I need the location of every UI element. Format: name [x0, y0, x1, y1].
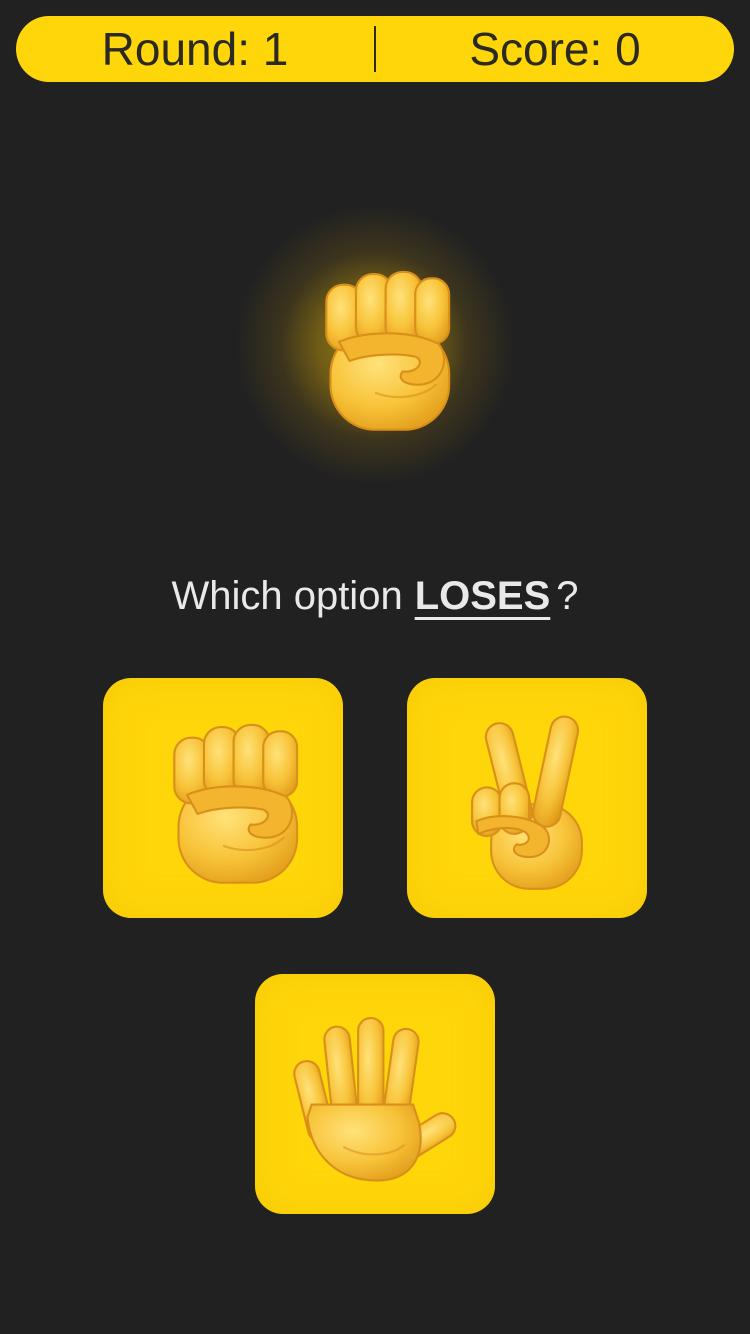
round-value: 1 [262, 23, 289, 75]
victory-hand-icon [471, 715, 583, 890]
status-bar: Round: 1 Score: 0 [16, 16, 734, 82]
game-screen: Round: 1 Score: 0 Which option LOSES? [0, 0, 750, 1334]
raised-fist-icon [173, 723, 299, 884]
prompt-keyword: LOSES [414, 574, 551, 618]
option-rock-button[interactable] [103, 678, 343, 918]
round-label: Round: [101, 23, 250, 75]
computer-choice [230, 200, 520, 490]
score-value: 0 [615, 23, 641, 75]
option-scissors-button[interactable] [407, 678, 647, 918]
prompt-prefix: Which option [171, 574, 403, 618]
score-counter: Score: 0 [376, 16, 734, 82]
raised-hand-icon [293, 1016, 457, 1182]
raised-fist-icon [325, 270, 451, 431]
score-label: Score: [469, 23, 603, 75]
prompt-suffix: ? [556, 574, 579, 618]
question-prompt: Which option LOSES? [0, 570, 750, 622]
option-paper-button[interactable] [255, 974, 495, 1214]
round-counter: Round: 1 [16, 16, 374, 82]
